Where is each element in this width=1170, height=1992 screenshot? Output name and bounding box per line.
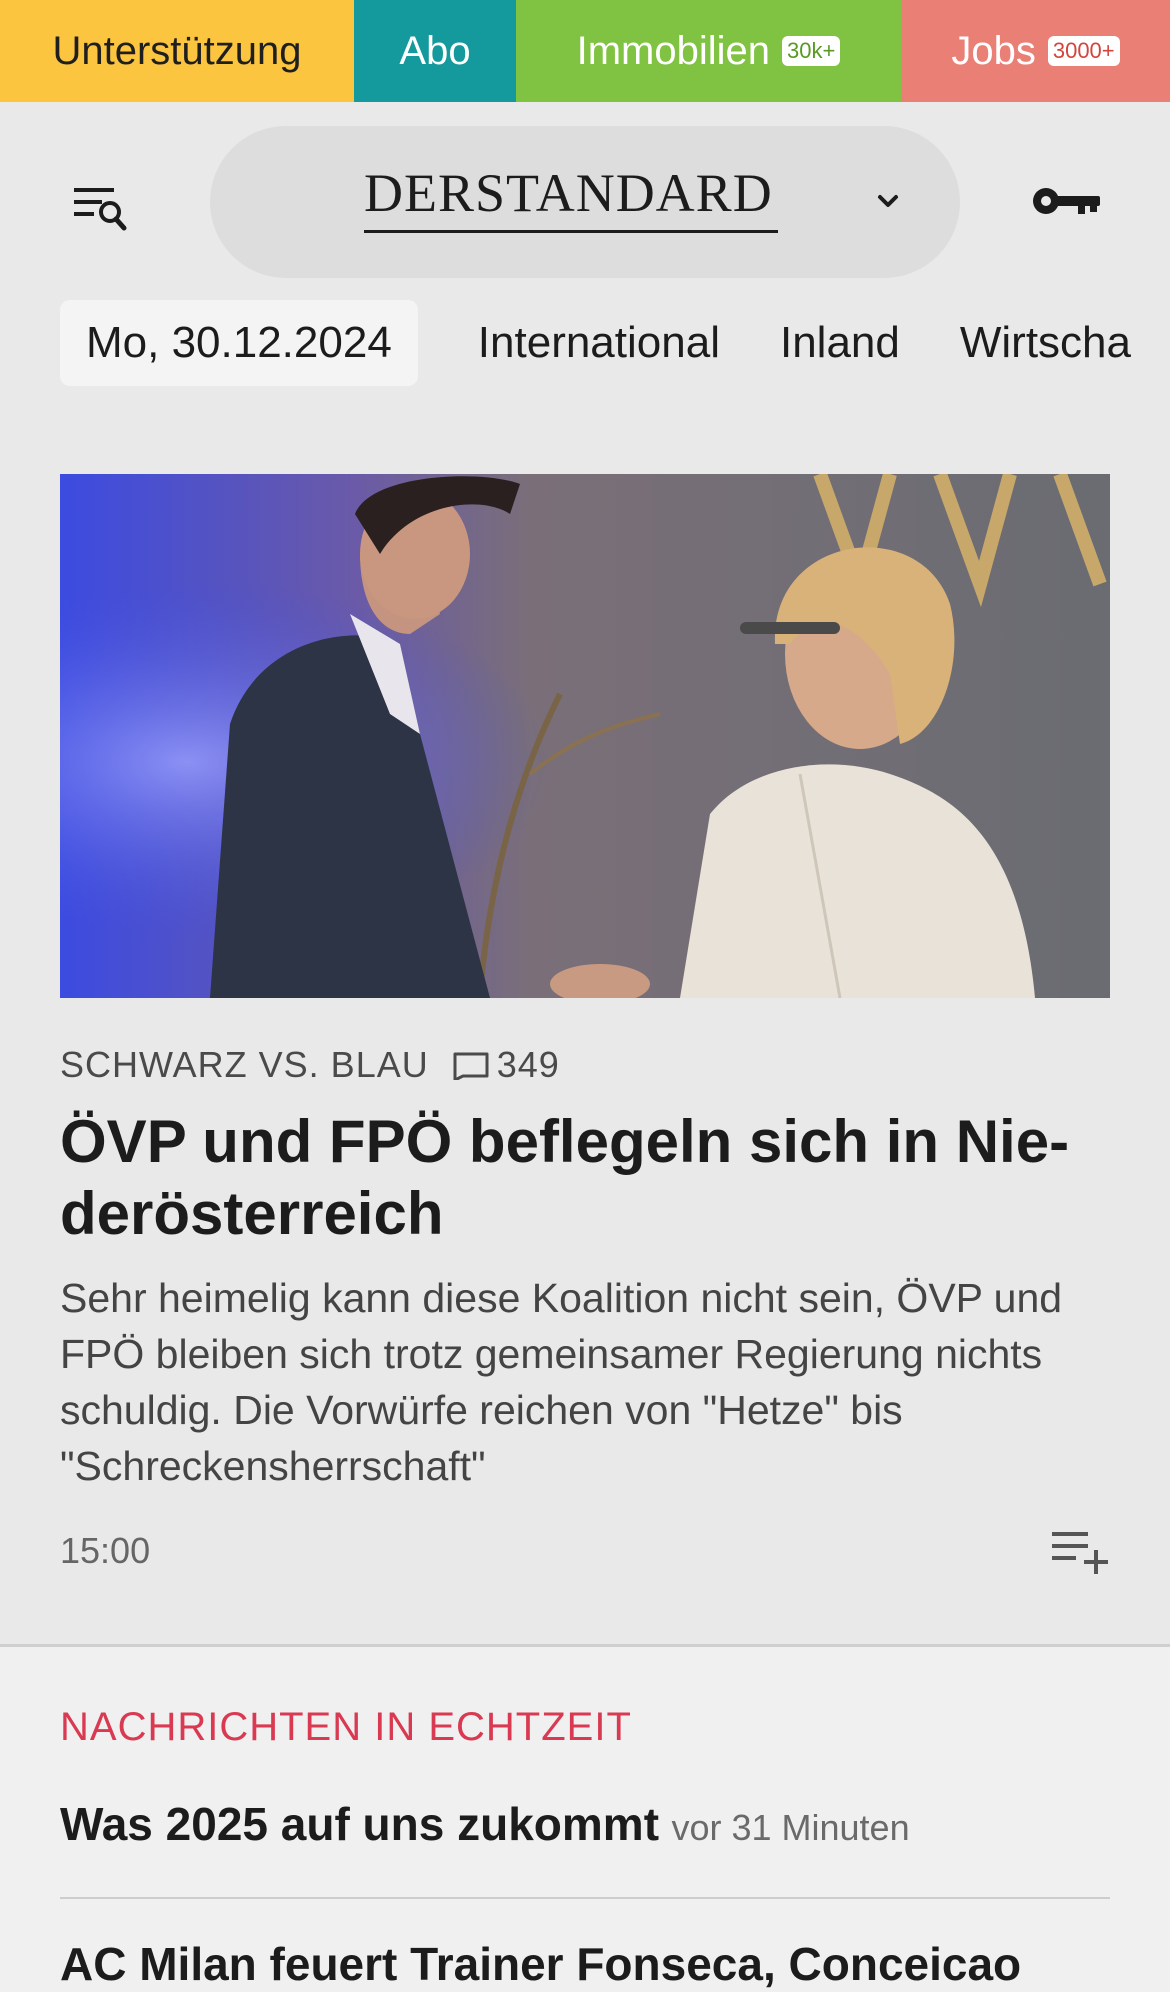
login-button[interactable] — [1030, 176, 1106, 226]
chevron-down-icon[interactable] — [868, 182, 908, 222]
live-news-time: vor 31 Minuten — [671, 1807, 910, 1848]
live-news-divider — [60, 1897, 1110, 1899]
logo-underline — [364, 230, 778, 233]
live-news-heading[interactable]: NACHRICHTEN IN ECHTZEIT — [60, 1705, 632, 1750]
jobs-label: Jobs — [951, 28, 1036, 73]
key-icon — [1033, 188, 1100, 214]
live-news-title: AC Milan feuert Trainer Fonseca, Conceic… — [60, 1938, 1022, 1990]
article-hero-image[interactable] — [60, 474, 1110, 998]
site-header: DERSTANDARD — [0, 102, 1170, 292]
playlist-add-icon — [1052, 1532, 1108, 1574]
support-link[interactable]: Unterstützung — [0, 0, 354, 102]
live-news-title: Was 2025 auf uns zukommt — [60, 1798, 660, 1850]
section-nav: Mo, 30.12.2024 International Inland Wirt… — [60, 300, 1131, 386]
site-logo[interactable]: DERSTANDARD — [364, 162, 773, 224]
immobilien-label: Immobilien — [576, 28, 771, 73]
immobilien-count-badge: 30k+ — [782, 36, 841, 66]
menu-search-button[interactable] — [68, 178, 138, 238]
article-headline[interactable]: ÖVP und FPÖ beflegeln sich in Nie-deröst… — [60, 1106, 1110, 1250]
logo-edition-switcher[interactable]: DERSTANDARD — [210, 126, 960, 278]
nav-item-international[interactable]: International — [478, 318, 720, 368]
support-label: Unterstützung — [52, 28, 302, 73]
article-timestamp: 15:00 — [60, 1530, 151, 1571]
abo-label: Abo — [399, 28, 471, 73]
jobs-link[interactable]: Jobs 3000+ — [901, 0, 1170, 102]
immobilien-link[interactable]: Immobilien 30k+ — [516, 0, 901, 102]
article-kicker: SCHWARZ VS. BLAU — [60, 1044, 429, 1085]
abo-link[interactable]: Abo — [354, 0, 516, 102]
live-news-section: NACHRICHTEN IN ECHTZEIT Was 2025 auf uns… — [0, 1647, 1170, 1992]
article-kicker-row: SCHWARZ VS. BLAU 349 — [60, 1044, 560, 1086]
jobs-count-badge: 3000+ — [1047, 36, 1120, 66]
live-news-item[interactable]: Was 2025 auf uns zukommt vor 31 Minuten — [60, 1797, 1110, 1851]
comment-count[interactable]: 349 — [497, 1044, 560, 1086]
date-chip[interactable]: Mo, 30.12.2024 — [60, 300, 418, 386]
nav-item-inland[interactable]: Inland — [780, 318, 900, 368]
menu-search-icon — [74, 188, 127, 231]
comment-icon[interactable] — [451, 1050, 491, 1080]
live-news-item[interactable]: AC Milan feuert Trainer Fonseca, Conceic… — [60, 1937, 1110, 1991]
nav-item-wirtschaft[interactable]: Wirtscha — [960, 318, 1131, 368]
hero-photo — [60, 474, 1110, 998]
add-to-list-button[interactable] — [1050, 1526, 1112, 1576]
top-service-bar: Unterstützung Abo Immobilien 30k+ Jobs 3… — [0, 0, 1170, 102]
article-teaser[interactable]: Sehr heimelig kann diese Koalition nicht… — [60, 1270, 1110, 1494]
